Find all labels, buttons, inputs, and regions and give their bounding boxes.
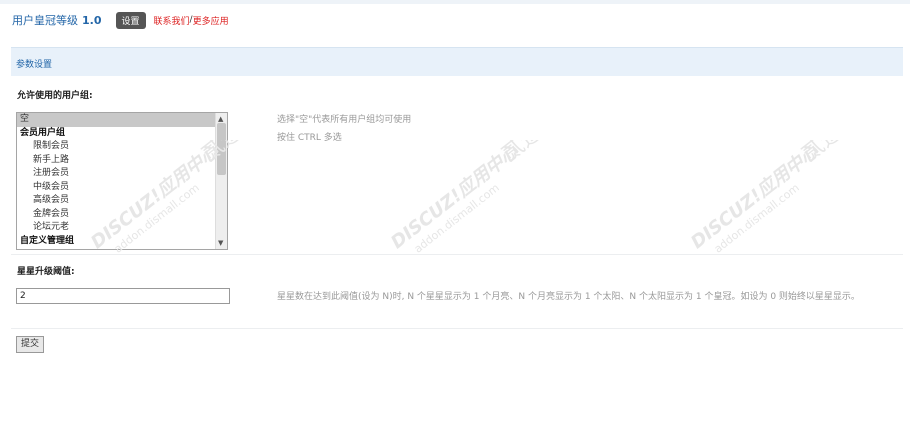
watermark-logo: DISCUZ!应用中心 addon.dismall.com 贰道 ® <box>87 140 247 256</box>
top-strip <box>0 0 910 4</box>
more-apps-link[interactable]: 更多应用 <box>193 14 229 27</box>
section-header: 参数设置 <box>11 47 903 76</box>
listbox-optgroup[interactable]: 会员用户组 <box>17 127 227 141</box>
threshold-label: 星星升级阈值: <box>17 267 75 277</box>
watermark-text: DISCUZ!应用中心 <box>87 140 223 253</box>
scroll-up-arrow-icon[interactable]: ▲ <box>218 115 223 123</box>
user-group-hint-line1: 选择"空"代表所有用户组均可使用 <box>277 115 412 125</box>
watermark-logo: DISCUZ!应用中心 addon.dismall.com 贰道 ® <box>687 140 847 256</box>
threshold-hint: 星星数在达到此阈值(设为 N)时, N 个星星显示为 1 个月亮、N 个月亮显示… <box>277 292 860 302</box>
header: 用户皇冠等级 1.0 设置 联系我们 / 更多应用 <box>12 11 229 29</box>
listbox-option[interactable]: 空 <box>17 113 227 127</box>
watermark-text: DISCUZ!应用中心 <box>687 140 823 253</box>
settings-button[interactable]: 设置 <box>115 11 146 29</box>
app-title: 用户皇冠等级 <box>12 14 78 27</box>
app-version: 1.0 <box>82 13 102 27</box>
section-title: 参数设置 <box>16 60 53 70</box>
user-group-label: 允许使用的用户组: <box>17 91 93 101</box>
threshold-input[interactable] <box>16 288 230 304</box>
row-divider <box>11 328 903 329</box>
submit-button[interactable]: 提交 <box>16 336 45 353</box>
watermark-text: DISCUZ!应用中心 <box>387 140 523 253</box>
watermark-logo: DISCUZ!应用中心 addon.dismall.com 贰道 ® <box>387 140 547 256</box>
contact-us-link[interactable]: 联系我们 <box>154 14 190 27</box>
